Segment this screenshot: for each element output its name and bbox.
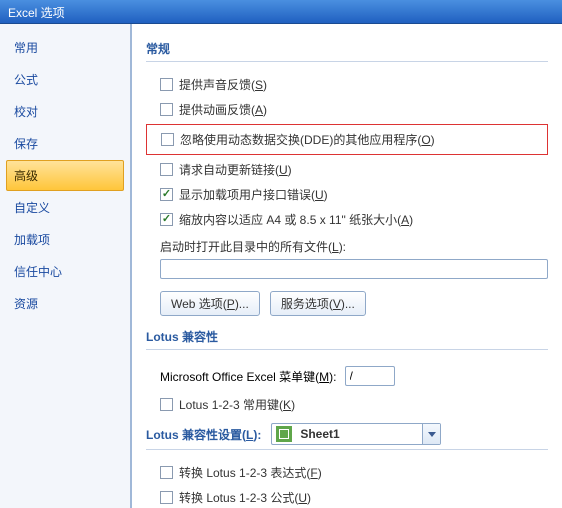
main-layout: 常用 公式 校对 保存 高级 自定义 加载项 信任中心 资源 常规 提供声音反馈…	[0, 24, 562, 508]
sidebar-item-resources[interactable]: 资源	[6, 288, 124, 319]
label-scale-content: 缩放内容以适应 A4 或 8.5 x 11" 纸张大小(A)	[179, 211, 413, 228]
row-lotus-expr: 转换 Lotus 1-2-3 表达式(F)	[146, 460, 548, 485]
sidebar-item-advanced[interactable]: 高级	[6, 160, 124, 191]
row-addin-errors: 显示加载项用户接口错误(U)	[146, 182, 548, 207]
content-pane: 常规 提供声音反馈(S) 提供动画反馈(A) 忽略使用动态数据交换(DDE)的其…	[132, 24, 562, 508]
service-options-button[interactable]: 服务选项(V)...	[270, 291, 366, 316]
row-startup-input	[146, 259, 548, 283]
window-titlebar: Excel 选项	[0, 0, 562, 24]
window-title: Excel 选项	[8, 6, 65, 20]
sidebar: 常用 公式 校对 保存 高级 自定义 加载项 信任中心 资源	[0, 24, 132, 508]
row-lotus-nav-keys: Lotus 1-2-3 常用键(K)	[146, 392, 548, 417]
checkbox-scale-content[interactable]	[160, 213, 173, 226]
label-auto-update-links: 请求自动更新链接(U)	[179, 161, 292, 178]
row-lotus-formula: 转换 Lotus 1-2-3 公式(U)	[146, 485, 548, 508]
row-auto-update-links: 请求自动更新链接(U)	[146, 157, 548, 182]
sheet-select-value: Sheet1	[296, 427, 422, 441]
web-options-button[interactable]: Web 选项(P)...	[160, 291, 260, 316]
sidebar-item-trust-center[interactable]: 信任中心	[6, 256, 124, 287]
checkbox-anim-feedback[interactable]	[160, 103, 173, 116]
checkbox-sound-feedback[interactable]	[160, 78, 173, 91]
chevron-down-icon[interactable]	[422, 424, 440, 444]
checkbox-auto-update-links[interactable]	[160, 163, 173, 176]
sidebar-item-addins[interactable]: 加载项	[6, 224, 124, 255]
sidebar-item-formulas[interactable]: 公式	[6, 64, 124, 95]
label-lotus-expr: 转换 Lotus 1-2-3 表达式(F)	[179, 464, 322, 481]
label-addin-errors: 显示加载项用户接口错误(U)	[179, 186, 328, 203]
sheet-icon	[276, 426, 292, 442]
row-ignore-dde: 忽略使用动态数据交换(DDE)的其他应用程序(O)	[147, 127, 547, 152]
section-general-title: 常规	[146, 34, 548, 62]
highlight-annotation: 忽略使用动态数据交换(DDE)的其他应用程序(O)	[146, 124, 548, 155]
label-menu-key: Microsoft Office Excel 菜单键(M):	[160, 368, 337, 385]
row-scale-content: 缩放内容以适应 A4 或 8.5 x 11" 纸张大小(A)	[146, 207, 548, 232]
sidebar-item-customize[interactable]: 自定义	[6, 192, 124, 223]
row-menu-key: Microsoft Office Excel 菜单键(M):	[146, 360, 548, 392]
checkbox-lotus-expr[interactable]	[160, 466, 173, 479]
checkbox-ignore-dde[interactable]	[161, 133, 174, 146]
input-menu-key[interactable]	[345, 366, 395, 386]
checkbox-lotus-formula[interactable]	[160, 491, 173, 504]
row-sound-feedback: 提供声音反馈(S)	[146, 72, 548, 97]
label-anim-feedback: 提供动画反馈(A)	[179, 101, 267, 118]
label-startup-dir: 启动时打开此目录中的所有文件(L):	[160, 238, 548, 255]
sidebar-item-save[interactable]: 保存	[6, 128, 124, 159]
section-lotus-settings-title: Lotus 兼容性设置(L): Sheet1	[146, 417, 548, 450]
sheet-select[interactable]: Sheet1	[271, 423, 441, 445]
checkbox-addin-errors[interactable]	[160, 188, 173, 201]
checkbox-lotus-nav-keys[interactable]	[160, 398, 173, 411]
section-lotus-compat-title: Lotus 兼容性	[146, 322, 548, 350]
label-lotus-nav-keys: Lotus 1-2-3 常用键(K)	[179, 396, 295, 413]
label-sound-feedback: 提供声音反馈(S)	[179, 76, 267, 93]
row-option-buttons: Web 选项(P)... 服务选项(V)...	[146, 283, 548, 322]
sidebar-item-general[interactable]: 常用	[6, 32, 124, 63]
label-ignore-dde: 忽略使用动态数据交换(DDE)的其他应用程序(O)	[180, 131, 435, 148]
sidebar-item-proofing[interactable]: 校对	[6, 96, 124, 127]
label-lotus-formula: 转换 Lotus 1-2-3 公式(U)	[179, 489, 311, 506]
input-startup-dir[interactable]	[160, 259, 548, 279]
row-anim-feedback: 提供动画反馈(A)	[146, 97, 548, 122]
